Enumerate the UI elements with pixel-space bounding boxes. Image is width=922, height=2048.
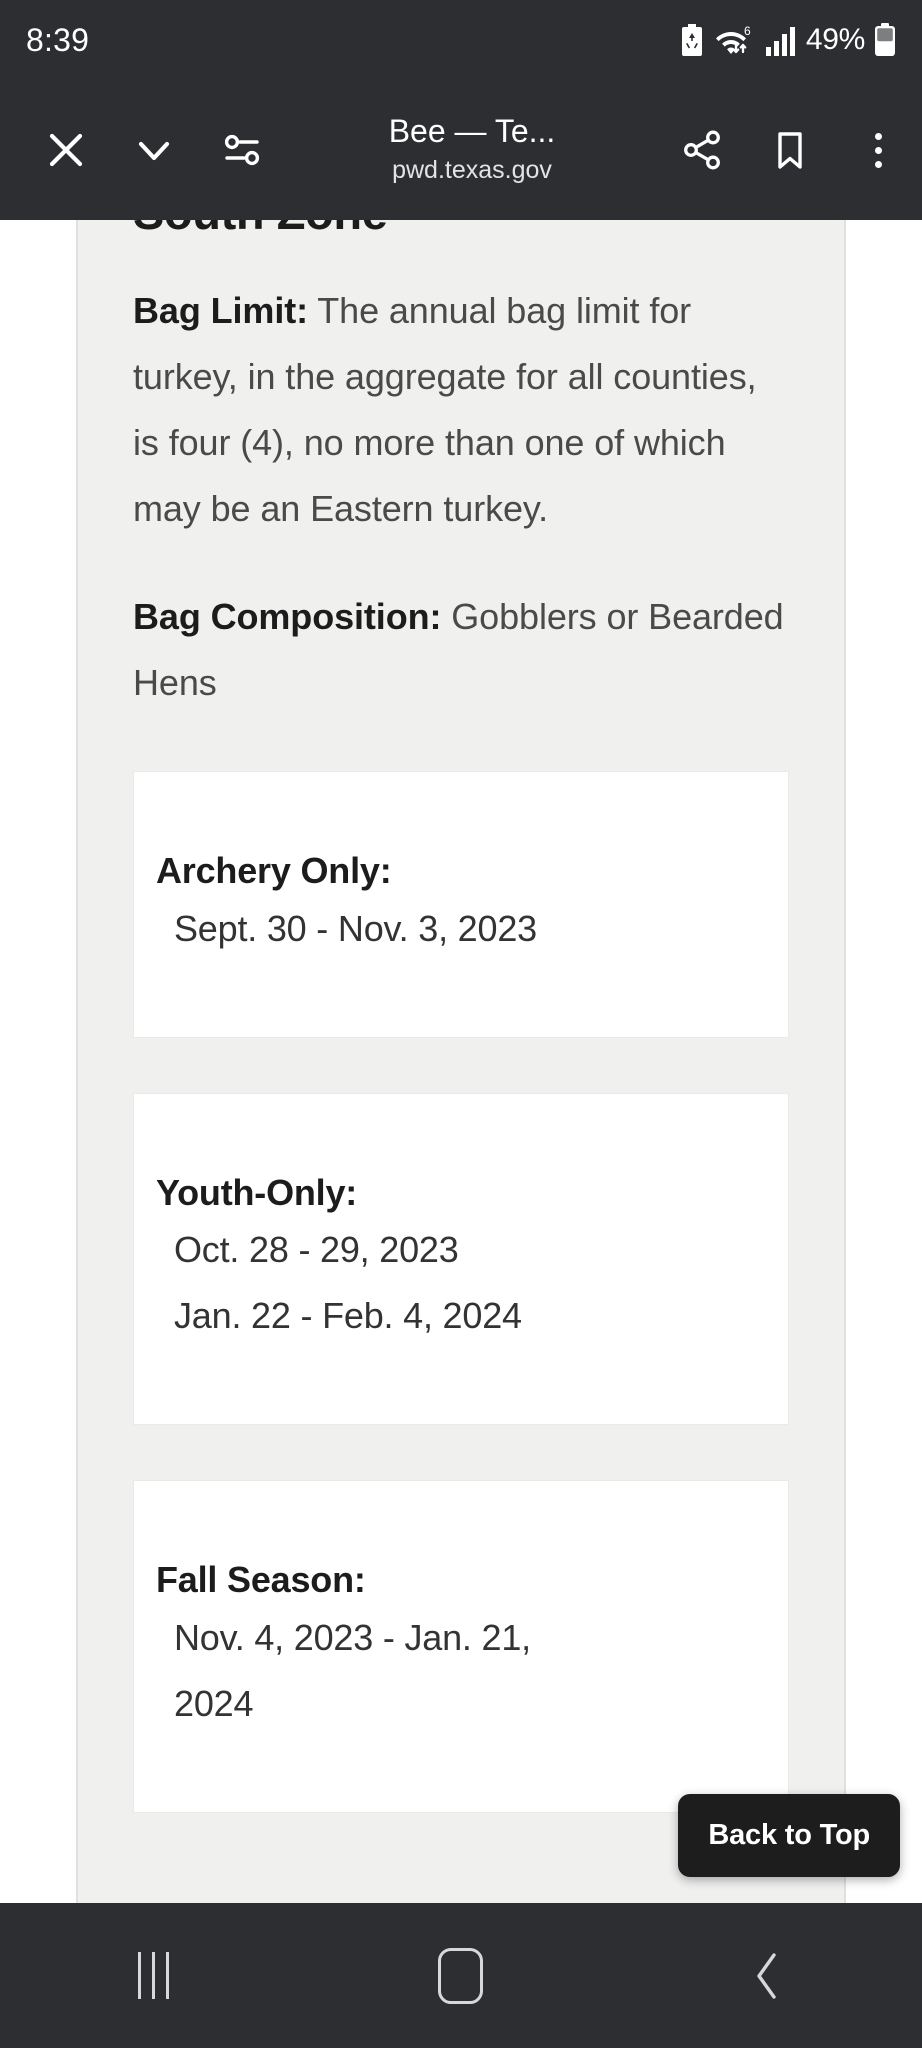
zone-heading: South Zone	[133, 220, 789, 233]
season-card-archery: Archery Only: Sept. 30 - Nov. 3, 2023	[133, 771, 789, 1038]
season-date: Oct. 28 - 29, 2023	[174, 1229, 459, 1271]
browser-toolbar: Bee — Te... pwd.texas.gov	[0, 80, 922, 220]
battery-icon	[874, 23, 896, 57]
collapse-button[interactable]	[110, 95, 198, 205]
season-card-youth: Youth-Only: Oct. 28 - 29, 2023 Jan. 22 -…	[133, 1092, 789, 1426]
bookmark-icon	[767, 127, 813, 173]
season-date: Nov. 4, 2023 - Jan. 21,	[174, 1616, 531, 1658]
page-info-button[interactable]	[198, 95, 286, 205]
battery-saver-icon	[679, 23, 705, 57]
cellular-signal-icon	[765, 23, 797, 57]
home-button[interactable]	[307, 1903, 614, 2048]
season-card-fall: Fall Season: Nov. 4, 2023 - Jan. 21, 202…	[133, 1480, 789, 1813]
overflow-menu-icon	[874, 129, 882, 171]
season-title: Archery Only:	[156, 850, 392, 891]
share-button[interactable]	[658, 95, 746, 205]
back-to-top-button[interactable]: Back to Top	[678, 1794, 900, 1877]
recents-button[interactable]	[0, 1903, 307, 2048]
svg-text:6: 6	[744, 24, 751, 38]
recents-icon	[138, 1952, 170, 1999]
web-content-viewport[interactable]: South Zone Bag Limit: The annual bag lim…	[0, 220, 922, 1903]
android-navigation-bar	[0, 1903, 922, 2048]
chevron-down-icon	[130, 126, 178, 174]
close-icon	[42, 126, 90, 174]
status-icons-group: 6 49%	[679, 23, 896, 57]
season-date: 2024	[174, 1682, 254, 1724]
overflow-menu-button[interactable]	[834, 95, 922, 205]
back-button[interactable]	[615, 1903, 922, 2048]
wifi-icon: 6	[714, 23, 756, 57]
status-bar: 8:39 6 49%	[0, 0, 922, 80]
season-title: Youth-Only:	[156, 1171, 358, 1213]
page-title: Bee — Te...	[388, 113, 556, 150]
close-button[interactable]	[22, 95, 110, 205]
season-date: Sept. 30 - Nov. 3, 2023	[174, 907, 537, 949]
share-icon	[678, 126, 726, 174]
back-icon	[747, 1949, 789, 2003]
bookmark-button[interactable]	[746, 95, 834, 205]
article-panel: South Zone Bag Limit: The annual bag lim…	[76, 220, 846, 1903]
tune-settings-icon	[219, 127, 265, 173]
phone-screen: 8:39 6 49% Bee — Te... pwd.texas.gov Bag…	[0, 0, 922, 2048]
bag-limit-label: Bag Limit:	[133, 290, 308, 331]
bag-composition-label: Bag Composition:	[133, 596, 442, 637]
season-date: Jan. 22 - Feb. 4, 2024	[174, 1295, 522, 1337]
page-url: pwd.texas.gov	[392, 156, 552, 185]
battery-percent-label: 49%	[805, 23, 865, 56]
bag-limit-paragraph: Bag Limit: The annual bag limit for turk…	[133, 278, 789, 542]
status-clock: 8:39	[26, 21, 90, 58]
home-icon	[438, 1947, 484, 2004]
bag-composition-paragraph: Bag Composition: Gobblers or Bearded Hen…	[133, 584, 789, 716]
season-title: Fall Season:	[156, 1559, 366, 1601]
page-title-block[interactable]: Bee — Te... pwd.texas.gov	[286, 113, 658, 186]
